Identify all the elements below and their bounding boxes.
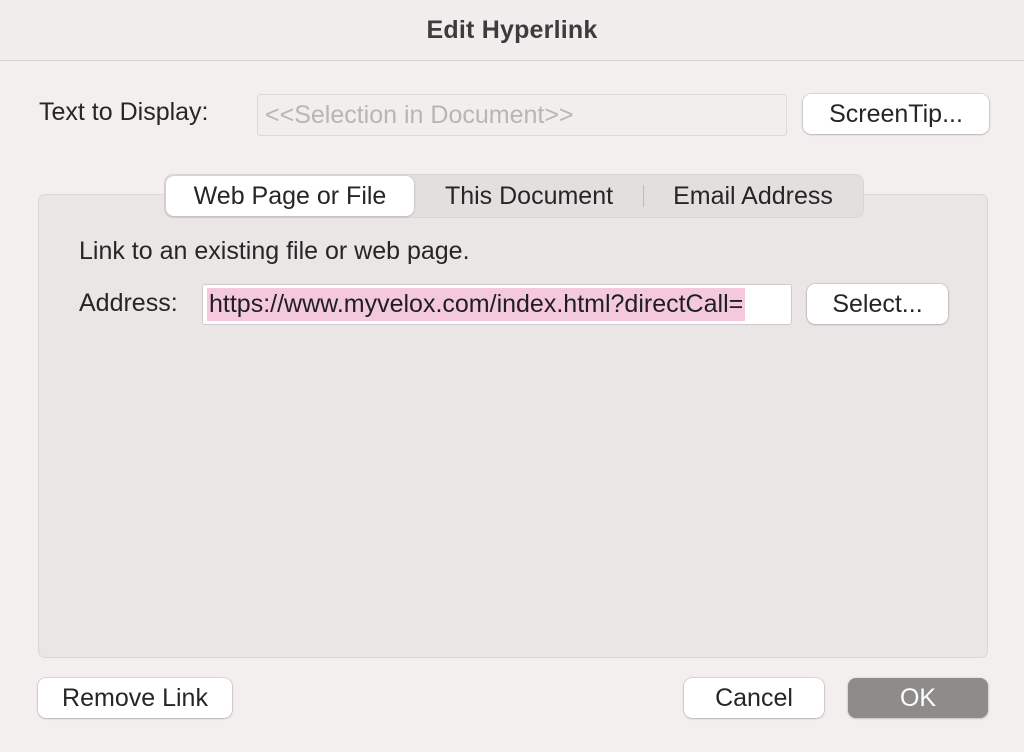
cancel-button[interactable]: Cancel <box>684 678 824 718</box>
tab-email-address-label: Email Address <box>673 181 833 210</box>
select-button-label: Select... <box>832 289 923 318</box>
ok-button-label: OK <box>899 683 937 712</box>
cancel-button-label: Cancel <box>715 683 793 712</box>
address-field-value: https://www.myvelox.com/index.html?direc… <box>207 288 746 321</box>
text-to-display-field[interactable]: <<Selection in Document>> <box>257 94 787 136</box>
tab-email-address[interactable]: Email Address <box>644 175 862 217</box>
tab-this-document[interactable]: This Document <box>415 175 643 217</box>
tab-this-document-label: This Document <box>444 181 614 210</box>
dialog-title: Edit Hyperlink <box>426 15 598 44</box>
link-type-tabs: Web Page or File This Document Email Add… <box>164 174 864 218</box>
text-to-display-placeholder: <<Selection in Document>> <box>265 100 574 129</box>
address-field[interactable]: https://www.myvelox.com/index.html?direc… <box>202 284 792 325</box>
screentip-button-label: ScreenTip... <box>829 99 963 128</box>
link-description: Link to an existing file or web page. <box>79 237 470 265</box>
tab-web-page-or-file-label: Web Page or File <box>193 181 387 210</box>
text-to-display-label: Text to Display: <box>39 98 209 126</box>
remove-link-button-label: Remove Link <box>62 683 208 712</box>
tab-web-page-or-file[interactable]: Web Page or File <box>166 176 414 216</box>
title-bar: Edit Hyperlink <box>0 0 1024 61</box>
select-button[interactable]: Select... <box>807 284 948 324</box>
remove-link-button[interactable]: Remove Link <box>38 678 232 718</box>
screentip-button[interactable]: ScreenTip... <box>803 94 989 134</box>
ok-button[interactable]: OK <box>848 678 988 718</box>
address-label: Address: <box>79 289 178 317</box>
